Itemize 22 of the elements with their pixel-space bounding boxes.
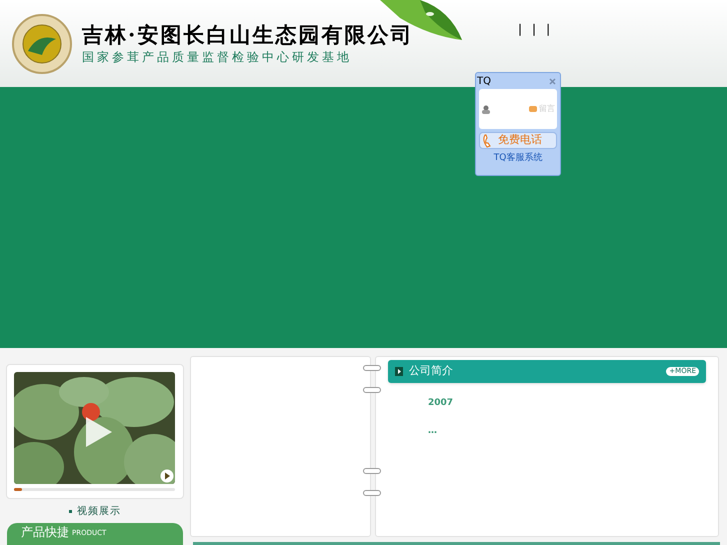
- about-text: …: [428, 424, 438, 438]
- about-text: 2007: [428, 397, 454, 410]
- nav-separator: |: [532, 21, 536, 38]
- message-icon: [529, 106, 537, 112]
- person-icon: [481, 104, 491, 114]
- widget-footer[interactable]: TQ客服系统: [476, 152, 560, 166]
- company-subtitle: 国家参茸产品质量监督检验中心研发基地: [82, 51, 353, 63]
- nav-separator: |: [518, 21, 522, 38]
- play-icon: [395, 367, 403, 376]
- logo-icon: [12, 12, 72, 74]
- call-button[interactable]: 免费电话: [479, 132, 557, 149]
- company-name: 吉林·安图长白山生态园有限公司: [82, 24, 414, 45]
- product-panel-title: 产品快捷: [21, 526, 69, 538]
- play-button-icon[interactable]: [160, 469, 174, 484]
- play-icon[interactable]: [86, 417, 112, 447]
- nav-separator: |: [546, 21, 550, 38]
- phone-icon: [482, 134, 494, 148]
- widget-title: TQ: [477, 74, 491, 88]
- bullet-icon: [69, 510, 72, 513]
- close-icon[interactable]: [549, 78, 556, 84]
- video-caption[interactable]: 视频展示: [77, 504, 121, 519]
- about-title: 公司简介: [409, 363, 453, 380]
